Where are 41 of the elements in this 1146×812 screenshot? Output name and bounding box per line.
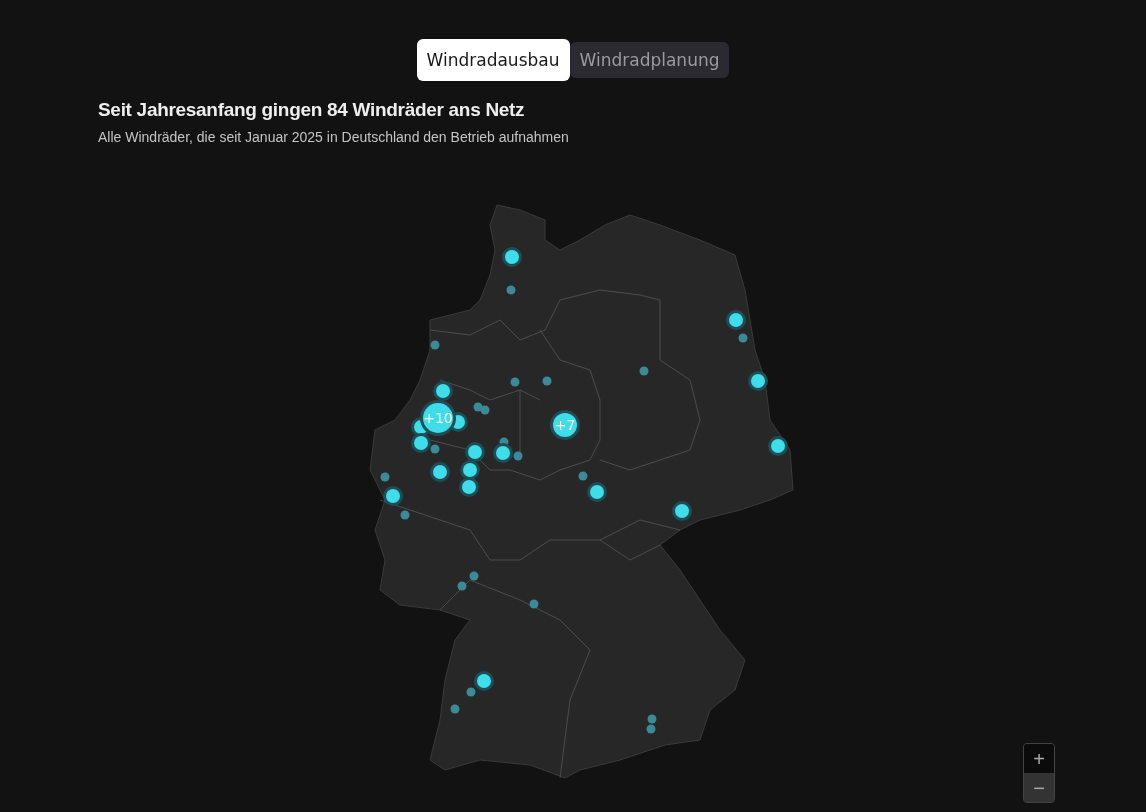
map-marker[interactable] xyxy=(411,433,431,453)
map-marker[interactable] xyxy=(465,442,485,462)
map-marker[interactable] xyxy=(672,501,692,521)
map-marker[interactable] xyxy=(460,460,480,480)
map-marker[interactable] xyxy=(646,724,656,734)
map-marker[interactable] xyxy=(459,477,479,497)
map-marker[interactable] xyxy=(529,599,539,609)
chart-title: Seit Jahresanfang gingen 84 Windräder ans Netz xyxy=(98,99,526,121)
map-marker[interactable] xyxy=(469,571,479,581)
map-marker[interactable] xyxy=(430,444,440,454)
map-marker[interactable] xyxy=(587,482,607,502)
chart-subtitle: Alle Windräder, die seit Januar 2025 in Deutschland den Betrieb aufnahmen xyxy=(98,129,570,145)
map-marker[interactable] xyxy=(466,687,476,697)
map-marker[interactable] xyxy=(457,581,467,591)
map-marker[interactable] xyxy=(578,471,588,481)
map-marker[interactable] xyxy=(639,366,649,376)
map-marker[interactable] xyxy=(502,247,522,267)
map-marker[interactable] xyxy=(400,510,410,520)
map-marker[interactable] xyxy=(510,377,520,387)
tab[interactable]: Windradplanung xyxy=(569,42,730,78)
map-marker[interactable] xyxy=(513,451,523,461)
map-marker[interactable] xyxy=(647,714,657,724)
map-marker[interactable] xyxy=(768,436,788,456)
map-marker[interactable] xyxy=(450,704,460,714)
map-marker[interactable] xyxy=(493,443,513,463)
zoom-out-button[interactable]: − xyxy=(1024,773,1054,802)
map-marker[interactable] xyxy=(473,402,483,412)
map-marker[interactable] xyxy=(430,340,440,350)
map-marker[interactable] xyxy=(726,310,746,330)
tab[interactable]: Windradausbau xyxy=(416,39,570,81)
map-marker[interactable] xyxy=(433,381,453,401)
map-marker[interactable] xyxy=(506,285,516,295)
map-marker[interactable] xyxy=(474,671,494,691)
zoom-in-button[interactable]: + xyxy=(1024,744,1054,773)
map-marker[interactable] xyxy=(738,333,748,343)
map-marker[interactable] xyxy=(748,371,768,391)
map-marker[interactable] xyxy=(542,376,552,386)
map-marker[interactable] xyxy=(480,405,490,415)
map-marker[interactable] xyxy=(380,472,390,482)
map-marker[interactable] xyxy=(383,486,403,506)
map-marker[interactable] xyxy=(430,462,450,482)
